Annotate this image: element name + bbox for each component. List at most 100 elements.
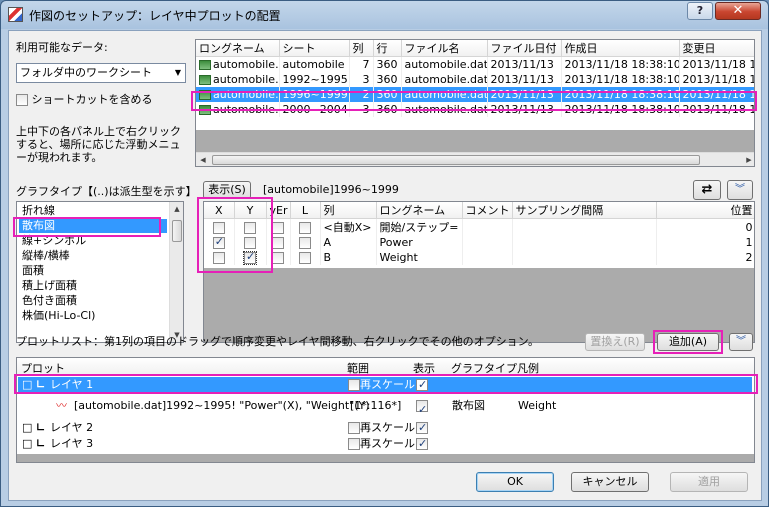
tree-row-layer-2[interactable]: □ ∟ レイヤ 2 再スケール <box>18 420 752 436</box>
table-header: ロングネーム シート 列 行 ファイル名 ファイル日付 作成日 変更日 <box>196 40 754 57</box>
scroll-thumb[interactable] <box>212 155 700 165</box>
yer-header[interactable]: yEr <box>266 202 291 219</box>
l-header[interactable]: L <box>290 202 321 219</box>
table-row[interactable]: automobile.d 1992~1995 3 360 automobile.… <box>196 71 754 87</box>
l-checkbox[interactable] <box>299 237 311 249</box>
rescale-checkbox[interactable] <box>348 438 360 450</box>
x-checkbox[interactable] <box>212 252 225 264</box>
replace-button[interactable]: 置換え(R) <box>585 333 645 351</box>
col-created-header[interactable]: 作成日 <box>561 40 680 57</box>
l-checkbox[interactable] <box>299 252 311 264</box>
close-button[interactable]: ✕ <box>715 2 761 20</box>
worksheet-icon <box>199 59 211 70</box>
shortcut-checkbox-row[interactable]: ショートカットを含める <box>16 91 153 107</box>
col-filename-header[interactable]: ファイル名 <box>401 40 488 57</box>
y-checkbox[interactable] <box>244 221 256 234</box>
layer-icon: ∟ <box>36 437 46 450</box>
expand-icon[interactable]: □ <box>22 436 32 452</box>
scroll-up-icon[interactable]: ▲ <box>170 202 183 216</box>
table-row[interactable]: <自動X> 開始/ステップ= 0 <box>204 218 754 235</box>
graph-type-list[interactable]: 折れ線 散布図 線+シンボル 縦棒/横棒 面積 積上げ面積 色付き面積 株価(H… <box>16 201 184 343</box>
col-header[interactable]: 列 <box>320 202 377 219</box>
x-header[interactable]: X <box>204 202 235 219</box>
scroll-right-icon[interactable]: ▶ <box>742 153 754 166</box>
list-item[interactable]: 面積 <box>19 264 44 278</box>
yer-checkbox[interactable] <box>272 221 284 234</box>
col-modified-header[interactable]: 変更日 <box>679 40 754 57</box>
show-button[interactable]: 表示(S) <box>203 181 251 199</box>
show-checkbox[interactable] <box>416 377 428 393</box>
legend-header[interactable]: 凡例 <box>517 360 539 376</box>
sampling-header[interactable]: サンプリング間隔 <box>512 202 657 219</box>
x-checkbox[interactable] <box>212 221 225 234</box>
scroll-thumb[interactable] <box>172 220 182 242</box>
column-table[interactable]: X Y yEr L 列 ロングネーム コメント サンプリング間隔 位置 <自動X… <box>203 201 755 343</box>
list-item[interactable]: 折れ線 <box>19 204 55 218</box>
horizontal-scrollbar[interactable]: ◀ ▶ <box>196 152 754 166</box>
worksheet-table[interactable]: ロングネーム シート 列 行 ファイル名 ファイル日付 作成日 変更日 auto… <box>195 39 755 167</box>
show-checkbox[interactable] <box>416 420 428 436</box>
show-checkbox[interactable] <box>416 398 428 422</box>
yer-checkbox[interactable] <box>272 237 284 249</box>
table-row[interactable]: automobile.d automobile 7 360 automobile… <box>196 56 754 72</box>
show-header[interactable]: 表示 <box>413 360 435 376</box>
col-sheet-header[interactable]: シート <box>279 40 350 57</box>
range-header[interactable]: 範囲 <box>347 360 369 376</box>
list-item[interactable]: 縦棒/横棒 <box>19 249 70 263</box>
apply-button[interactable]: 適用 <box>670 472 748 492</box>
shortcut-label: ショートカットを含める <box>31 93 153 106</box>
col-cols-header[interactable]: 列 <box>349 40 374 57</box>
data-source-dropdown[interactable]: フォルダ中のワークシート ▼ <box>16 63 186 83</box>
col-longname-header[interactable]: ロングネーム <box>196 40 280 57</box>
table-row[interactable]: automobile.d 2000~2004 3 360 automobile.… <box>196 101 754 117</box>
help-button[interactable]: ? <box>687 2 713 20</box>
show-group <box>416 394 428 422</box>
table-row[interactable]: B Weight 2 <box>204 250 754 265</box>
type-header[interactable]: グラフタイプ <box>451 360 517 376</box>
l-checkbox[interactable] <box>299 221 311 234</box>
worksheet-icon <box>199 104 211 115</box>
swap-icon[interactable]: ⇄ <box>693 180 721 200</box>
tree-row-layer-3[interactable]: □ ∟ レイヤ 3 再スケール <box>18 436 752 452</box>
tree-row-layer-1[interactable]: □ ∟ レイヤ 1 再スケール <box>18 377 752 393</box>
col-filedate-header[interactable]: ファイル日付 <box>487 40 562 57</box>
position-header[interactable]: 位置 <box>656 202 754 219</box>
layer-icon: ∟ <box>36 378 46 391</box>
rescale-checkbox[interactable] <box>348 379 360 391</box>
table-row[interactable]: A Power 1 <box>204 235 754 250</box>
list-item[interactable]: 株価(Hi-Lo-Cl) <box>19 309 95 323</box>
rescale-checkbox[interactable] <box>348 422 360 434</box>
cancel-button[interactable]: キャンセル <box>571 472 649 492</box>
plot-type: 散布図 <box>452 399 485 412</box>
expand-icon[interactable]: ︾ <box>729 333 753 351</box>
expand-icon[interactable]: □ <box>22 420 32 436</box>
longname-header[interactable]: ロングネーム <box>376 202 463 219</box>
list-item-selected[interactable]: 散布図 <box>19 219 167 233</box>
tree-header: プロット 範囲 表示 グラフタイプ 凡例 <box>17 358 754 376</box>
cell: 2013/11/13 <box>487 101 562 117</box>
col-rows-header[interactable]: 行 <box>373 40 402 57</box>
shortcut-checkbox[interactable] <box>16 94 28 106</box>
y-checkbox[interactable] <box>244 237 256 249</box>
comment-header[interactable]: コメント <box>462 202 513 219</box>
collapse-icon[interactable]: ︾ <box>727 180 753 200</box>
table-row-selected[interactable]: automobile.d 1996~1999 2 360 automobile.… <box>196 86 754 102</box>
show-checkbox[interactable] <box>416 436 428 452</box>
plot-name: [automobile.dat]1992~1995! "Power"(X), "… <box>74 399 370 412</box>
vertical-scrollbar[interactable]: ▲ ▼ <box>169 202 183 342</box>
yer-checkbox[interactable] <box>272 252 284 264</box>
list-item[interactable]: 線+シンボル <box>19 234 86 248</box>
plot-header[interactable]: プロット <box>21 360 65 376</box>
rescale-group: 再スケール <box>348 436 415 452</box>
tree-row-plot[interactable]: 〰 [automobile.dat]1992~1995! "Power"(X),… <box>18 394 752 422</box>
ok-button[interactable]: OK <box>476 472 554 492</box>
scroll-left-icon[interactable]: ◀ <box>196 153 210 166</box>
y-header[interactable]: Y <box>234 202 267 219</box>
list-item[interactable]: 色付き面積 <box>19 294 77 308</box>
add-button[interactable]: 追加(A) <box>657 333 719 351</box>
x-checkbox[interactable] <box>212 235 225 249</box>
expand-icon[interactable]: □ <box>22 377 32 393</box>
list-item[interactable]: 積上げ面積 <box>19 279 77 293</box>
plot-list-tree[interactable]: プロット 範囲 表示 グラフタイプ 凡例 □ ∟ レイヤ 1 再スケール 〰 [… <box>16 357 755 463</box>
y-checkbox[interactable] <box>243 250 257 265</box>
